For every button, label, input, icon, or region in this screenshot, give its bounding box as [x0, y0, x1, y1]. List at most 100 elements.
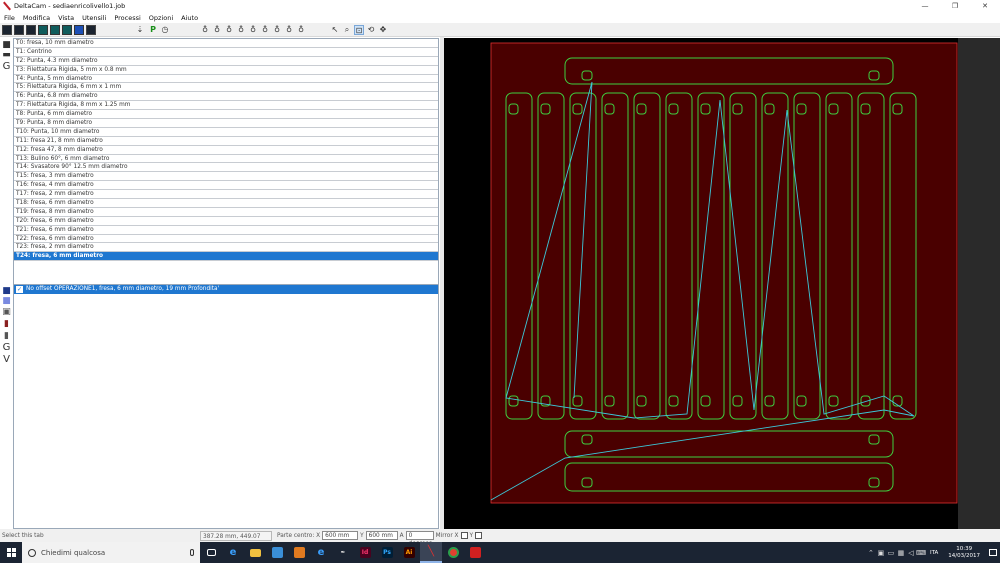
nesting-view[interactable]: [444, 38, 1000, 529]
keyboard-icon[interactable]: ⌨: [916, 549, 926, 557]
view-toolpath-icon[interactable]: [26, 24, 36, 35]
menu-file[interactable]: File: [0, 14, 19, 22]
view-parts-icon[interactable]: [38, 24, 48, 35]
view-sheet-icon[interactable]: [62, 24, 72, 35]
view-nest-icon[interactable]: [50, 24, 60, 35]
media-player-icon[interactable]: [288, 542, 310, 563]
drill-op-icon[interactable]: ▮: [2, 319, 11, 329]
clock[interactable]: 10:39 14/03/2017: [942, 546, 986, 560]
illustrator-icon[interactable]: Ai: [398, 542, 420, 563]
tap-icon[interactable]: ▮: [2, 331, 11, 341]
menu-aiuto[interactable]: Aiuto: [177, 14, 202, 22]
tool-row[interactable]: T4: Punta, 5 mm diametro: [14, 75, 438, 84]
tool-row[interactable]: T18: fresa, 6 mm diametro: [14, 199, 438, 208]
deltacam-taskbar-icon[interactable]: ╲: [420, 542, 442, 563]
menu-vista[interactable]: Vista: [54, 14, 78, 22]
part-center-y-input[interactable]: 600 mm: [365, 531, 398, 540]
edge-pinned-icon[interactable]: e: [222, 542, 244, 563]
tool-row[interactable]: T1: Centrino: [14, 48, 438, 57]
network-icon[interactable]: ▦: [896, 549, 906, 557]
pan-icon[interactable]: ✥: [378, 25, 388, 35]
view-3d-icon[interactable]: [74, 24, 84, 35]
store-icon[interactable]: [266, 542, 288, 563]
menu-opzioni[interactable]: Opzioni: [145, 14, 177, 22]
tool-row[interactable]: T19: fresa, 8 mm diametro: [14, 208, 438, 217]
mirror-x-checkbox[interactable]: [460, 532, 468, 539]
bulb-2-icon[interactable]: ♁: [212, 25, 222, 35]
tool-row[interactable]: T5: Filettatura Rigida, 6 mm x 1 mm: [14, 83, 438, 93]
tool-row[interactable]: T9: Punta, 8 mm diametro: [14, 119, 438, 128]
acrobat-icon[interactable]: [464, 542, 486, 563]
tool-row[interactable]: T3: Filettatura Rigida, 5 mm x 0.8 mm: [14, 66, 438, 75]
notifications-icon[interactable]: [986, 542, 1000, 563]
menu-utensili[interactable]: Utensili: [78, 14, 110, 22]
tool-row[interactable]: T17: fresa, 2 mm diametro: [14, 190, 438, 200]
tool-row[interactable]: T7: Filettatura Rigida, 8 mm x 1.25 mm: [14, 101, 438, 111]
battery-icon[interactable]: ▭: [886, 549, 896, 557]
chevron-up-icon[interactable]: ⌃: [866, 549, 876, 557]
angle-input[interactable]: 0 degrees: [405, 531, 434, 547]
tool-row-selected[interactable]: T24: fresa, 6 mm diametro: [14, 252, 438, 262]
maximize-button[interactable]: ❐: [940, 0, 970, 12]
gcode-button[interactable]: G: [2, 61, 11, 72]
photoshop-icon[interactable]: Ps: [376, 542, 398, 563]
tool-row[interactable]: T8: Punta, 6 mm diametro: [14, 110, 438, 120]
drill-icon[interactable]: ▬: [2, 50, 11, 60]
zoom-icon[interactable]: ⌕: [342, 25, 352, 35]
tool-row[interactable]: T12: fresa 47, 8 mm diametro: [14, 146, 438, 155]
bulb-6-icon[interactable]: ♁: [260, 25, 270, 35]
view-outline-icon[interactable]: [14, 24, 24, 35]
bulb-4-icon[interactable]: ♁: [236, 25, 246, 35]
tool-row[interactable]: T2: Punta, 4.3 mm diametro: [14, 57, 438, 66]
clock-icon[interactable]: ◷: [160, 25, 170, 35]
vcarve-button[interactable]: V: [2, 354, 11, 365]
minimize-button[interactable]: —: [910, 0, 940, 12]
tool-icon[interactable]: ■: [2, 40, 11, 50]
tool-row[interactable]: T10: Punta, 10 mm diametro: [14, 128, 438, 137]
tool-row[interactable]: T21: fresa, 6 mm diametro: [14, 226, 438, 235]
bulb-7-icon[interactable]: ♁: [272, 25, 282, 35]
part-center-x-input[interactable]: 600 mm: [322, 531, 359, 540]
pocket-icon[interactable]: ▣: [2, 307, 11, 317]
tool-row[interactable]: T16: fresa, 4 mm diametro: [14, 181, 438, 191]
tool-row[interactable]: T13: Bulino 60°, 6 mm diametro: [14, 155, 438, 164]
mirror-y-checkbox[interactable]: [475, 532, 483, 539]
tool-row[interactable]: T14: Svasatore 90° 12.5 mm diametro: [14, 163, 438, 173]
operation-list[interactable]: ✓ No offset OPERAZIONE1, fresa, 6 mm dia…: [13, 284, 439, 529]
bulb-1-icon[interactable]: ♁: [200, 25, 210, 35]
chrome-icon[interactable]: [442, 542, 464, 563]
zoom-window-icon[interactable]: ⊡: [354, 24, 364, 35]
task-view-icon[interactable]: [200, 542, 222, 563]
menu-modifica[interactable]: Modifica: [19, 14, 54, 22]
post-processor-button[interactable]: P: [148, 25, 158, 35]
gcode-op-button[interactable]: G: [2, 342, 11, 353]
file-explorer-icon[interactable]: [244, 542, 266, 563]
tray-app-icon[interactable]: ▣: [876, 549, 886, 557]
rotate-icon[interactable]: ⟲: [366, 25, 376, 35]
tool-row[interactable]: T22: fresa, 6 mm diametro: [14, 235, 438, 244]
view-render-icon[interactable]: [86, 24, 96, 35]
tool-list[interactable]: T0: fresa, 10 mm diametro T1: Centrino T…: [13, 38, 439, 286]
indesign-icon[interactable]: Id: [354, 542, 376, 563]
tool-row[interactable]: T15: fresa, 3 mm diametro: [14, 172, 438, 182]
menu-processi[interactable]: Processi: [110, 14, 144, 22]
operation-checkbox[interactable]: ✓: [16, 286, 23, 293]
tool-row[interactable]: T20: fresa, 6 mm diametro: [14, 217, 438, 226]
tool-row[interactable]: T0: fresa, 10 mm diametro: [14, 39, 438, 48]
close-button[interactable]: ✕: [970, 0, 1000, 12]
bulb-3-icon[interactable]: ♁: [224, 25, 234, 35]
edge-browser-icon[interactable]: e: [310, 542, 332, 563]
view-2d-icon[interactable]: [2, 24, 12, 35]
cursor-select-icon[interactable]: ↖: [330, 25, 340, 35]
arrow-down-icon[interactable]: ⇣: [136, 25, 144, 35]
cam-canvas[interactable]: [444, 38, 1000, 529]
volume-icon[interactable]: ◁: [906, 549, 916, 557]
tool-row[interactable]: T6: Punta, 6.8 mm diametro: [14, 92, 438, 102]
bulb-5-icon[interactable]: ♁: [248, 25, 258, 35]
inkscape-icon[interactable]: ✒: [332, 542, 354, 563]
tool-row[interactable]: T11: fresa 21, 8 mm diametro: [14, 137, 438, 146]
search-box[interactable]: Chiedimi qualcosa: [22, 542, 200, 563]
bulb-8-icon[interactable]: ♁: [284, 25, 294, 35]
tool-row[interactable]: T23: fresa, 2 mm diametro: [14, 243, 438, 253]
operation-row[interactable]: ✓ No offset OPERAZIONE1, fresa, 6 mm dia…: [14, 285, 438, 294]
